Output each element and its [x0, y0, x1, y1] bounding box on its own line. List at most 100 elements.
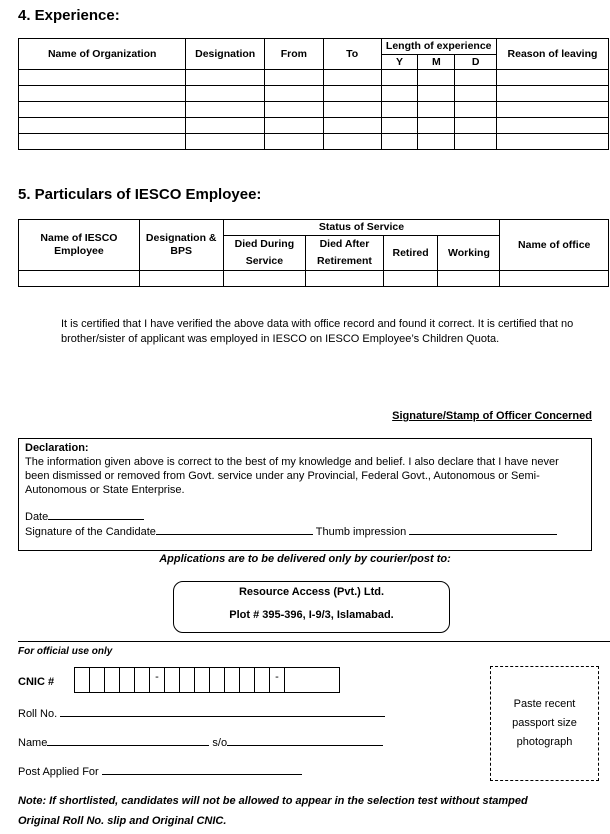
- roll-no-line[interactable]: [60, 706, 386, 717]
- cnic-digit-box[interactable]: [135, 668, 150, 692]
- col-years: Y: [380, 54, 419, 70]
- col-organization: Name of Organization: [17, 38, 187, 70]
- cell-designation[interactable]: [185, 133, 265, 150]
- cell-months[interactable]: [417, 117, 456, 134]
- cell-organization[interactable]: [17, 133, 187, 150]
- cell-from[interactable]: [263, 69, 324, 86]
- cell-reason[interactable]: [495, 117, 610, 134]
- cell-from[interactable]: [263, 101, 324, 118]
- table-row: [17, 85, 610, 102]
- cell-reason[interactable]: [495, 85, 610, 102]
- cell-days[interactable]: [454, 117, 497, 134]
- cnic-digit-box[interactable]: [210, 668, 225, 692]
- address-line-2: Plot # 395-396, I-9/3, Islamabad.: [229, 609, 394, 621]
- cell-working[interactable]: [437, 270, 501, 287]
- delivery-instruction: Applications are to be delivered only by…: [159, 553, 451, 565]
- cell-organization[interactable]: [17, 85, 187, 102]
- name-field[interactable]: Name s/o: [18, 735, 384, 749]
- cnic-separator: -: [150, 668, 165, 692]
- cnic-digit-box[interactable]: [120, 668, 135, 692]
- cell-designation[interactable]: [185, 101, 265, 118]
- post-applied-line[interactable]: [101, 764, 302, 775]
- delivery-address-box: Resource Access (Pvt.) Ltd. Plot # 395-3…: [173, 581, 450, 633]
- cell-from[interactable]: [263, 85, 324, 102]
- cell-days[interactable]: [454, 69, 497, 86]
- cell-designation[interactable]: [185, 117, 265, 134]
- cell-years[interactable]: [380, 133, 419, 150]
- cell-to[interactable]: [322, 85, 382, 102]
- post-applied-label: Post Applied For: [18, 766, 99, 778]
- certification-text: It is certified that I have verified the…: [61, 318, 574, 345]
- col-to: To: [322, 38, 382, 70]
- cell-died-during-service[interactable]: [222, 270, 307, 287]
- cell-reason[interactable]: [495, 101, 610, 118]
- cell-died-after-retirement[interactable]: [305, 270, 384, 287]
- cell-years[interactable]: [380, 69, 419, 86]
- cnic-digit-box[interactable]: [90, 668, 105, 692]
- cell-employee-name[interactable]: [18, 270, 140, 287]
- officer-signature-label: Signature/Stamp of Officer Concerned: [392, 410, 592, 422]
- cell-from[interactable]: [263, 133, 324, 150]
- cell-days[interactable]: [454, 85, 497, 102]
- post-applied-field[interactable]: Post Applied For: [18, 764, 302, 778]
- cell-to[interactable]: [322, 117, 382, 134]
- cell-organization[interactable]: [17, 69, 187, 86]
- roll-no-label: Roll No.: [18, 708, 58, 720]
- table-row: [17, 101, 610, 118]
- cell-to[interactable]: [322, 133, 382, 150]
- cell-reason[interactable]: [495, 69, 610, 86]
- cell-name-of-office[interactable]: [499, 270, 609, 287]
- candidate-signature-label: Signature of the Candidate: [25, 526, 156, 538]
- date-line[interactable]: [48, 509, 145, 520]
- cell-months[interactable]: [417, 133, 456, 150]
- cnic-digit-box[interactable]: [195, 668, 210, 692]
- cell-organization[interactable]: [17, 101, 187, 118]
- cell-to[interactable]: [322, 101, 382, 118]
- cell-retired[interactable]: [382, 270, 439, 287]
- cell-years[interactable]: [380, 101, 419, 118]
- table-row: [17, 133, 610, 150]
- declaration-box: Declaration: The information given above…: [18, 438, 592, 551]
- cnic-digit-box[interactable]: [180, 668, 195, 692]
- cell-designation[interactable]: [185, 85, 265, 102]
- cell-designation-bps[interactable]: [138, 270, 224, 287]
- cell-months[interactable]: [417, 69, 456, 86]
- cnic-digit-box[interactable]: [165, 668, 180, 692]
- cell-to[interactable]: [322, 69, 382, 86]
- cell-years[interactable]: [380, 117, 419, 134]
- cnic-label: CNIC #: [18, 676, 55, 688]
- date-field[interactable]: Date: [25, 509, 585, 524]
- roll-no-field[interactable]: Roll No.: [18, 706, 386, 720]
- official-use-heading: For official use only: [18, 646, 113, 657]
- cell-years[interactable]: [380, 85, 419, 102]
- col-employee-name: Name of IESCO Employee: [18, 219, 140, 271]
- cnic-input[interactable]: --: [74, 667, 340, 693]
- name-line[interactable]: [47, 735, 210, 746]
- cnic-digit-box[interactable]: [255, 668, 270, 692]
- cell-days[interactable]: [454, 101, 497, 118]
- note: Note: If shortlisted, candidates will no…: [18, 791, 608, 831]
- cell-organization[interactable]: [17, 117, 187, 134]
- candidate-signature-line[interactable]: [155, 524, 313, 535]
- cnic-digit-box[interactable]: [225, 668, 240, 692]
- son-of-line[interactable]: [227, 735, 384, 746]
- cell-designation[interactable]: [185, 69, 265, 86]
- col-designation: Designation: [185, 38, 265, 70]
- col-working: Working: [437, 235, 501, 271]
- employee-table: Name of IESCO Employee Designation & BPS…: [18, 219, 609, 287]
- son-of-label: s/o: [212, 737, 228, 749]
- thumb-impression-line[interactable]: [409, 524, 558, 535]
- cnic-digit-box[interactable]: [105, 668, 120, 692]
- col-status-of-service: Status of Service: [222, 219, 501, 236]
- cnic-digit-box[interactable]: [240, 668, 255, 692]
- table-row: [18, 270, 609, 287]
- cell-days[interactable]: [454, 133, 497, 150]
- photo-instruction: Paste recent passport size photograph: [512, 698, 577, 748]
- cell-reason[interactable]: [495, 133, 610, 150]
- cnic-digit-box[interactable]: [75, 668, 90, 692]
- cell-months[interactable]: [417, 101, 456, 118]
- cell-months[interactable]: [417, 85, 456, 102]
- cnic-digit-box[interactable]: [285, 668, 302, 692]
- table-row: [17, 117, 610, 134]
- cell-from[interactable]: [263, 117, 324, 134]
